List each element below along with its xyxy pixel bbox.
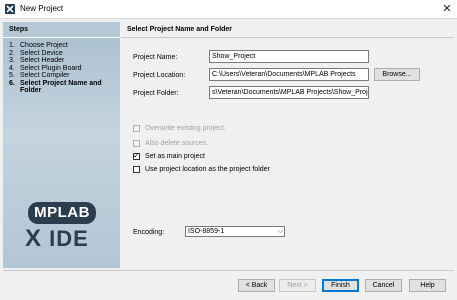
step-label: Select Plugin Board: [20, 64, 82, 72]
encoding-value: ISO-8859-1: [188, 228, 225, 235]
overwrite-label: Overwrite existing project.: [145, 124, 226, 132]
project-folder-input[interactable]: s\Veteran\Documents\MPLAB Projects\Show_…: [209, 86, 369, 99]
browse-button[interactable]: Browse...: [374, 68, 420, 81]
title-bar: New Project ✕: [0, 0, 457, 18]
step-number: 4.: [9, 64, 15, 72]
chevron-down-icon: ⌵: [277, 228, 283, 235]
project-name-input[interactable]: Show_Project: [209, 50, 369, 63]
logo-ide-text: IDE: [49, 226, 89, 251]
project-location-label: Project Location:: [133, 72, 186, 79]
mplab-x-ide-logo: MPLAB X IDE: [25, 202, 103, 258]
next-button[interactable]: Next >: [279, 279, 316, 292]
step-number: 2.: [9, 49, 15, 57]
title-separator: [0, 18, 457, 19]
delete-sources-label: Also delete sources.: [145, 139, 209, 147]
steps-panel: Steps 1. Choose Project 2. Select Device 3…: [3, 22, 120, 268]
footer-separator: [3, 270, 454, 271]
delete-sources-option[interactable]: Also delete sources.: [133, 138, 208, 148]
content-panel: Select Project Name and Folder Project N…: [121, 22, 454, 268]
overwrite-option[interactable]: Overwrite existing project.: [133, 123, 226, 133]
finish-button[interactable]: Finish: [322, 279, 359, 292]
window-title: New Project: [20, 4, 64, 13]
step-label: Select Compiler: [20, 72, 70, 79]
step-number: 1.: [9, 42, 15, 49]
steps-header: Steps: [3, 22, 120, 38]
step-label: Choose Project: [20, 42, 68, 49]
step-item: 5. Select Compiler: [9, 72, 110, 80]
logo-x-ide-text: X IDE: [25, 226, 103, 252]
back-button[interactable]: < Back: [238, 279, 275, 292]
check-icon: ✓: [133, 150, 140, 160]
use-location-option[interactable]: Use project location as the project fold…: [133, 164, 270, 174]
close-icon[interactable]: ✕: [440, 2, 454, 16]
steps-list: 1. Choose Project 2. Select Device 3. Selec…: [9, 42, 110, 95]
overwrite-checkbox[interactable]: [133, 124, 140, 132]
main-project-checkbox[interactable]: ✓: [133, 150, 140, 160]
help-button[interactable]: Help: [409, 279, 446, 292]
encoding-select[interactable]: ISO-8859-1 ⌵: [185, 226, 285, 237]
step-label: Select Project Name and Folder: [20, 79, 102, 95]
mplab-app-icon: [5, 4, 15, 14]
step-item: 3. Select Header: [9, 57, 110, 65]
steps-title: Steps: [9, 26, 29, 33]
use-location-checkbox[interactable]: [133, 165, 140, 173]
step-item: 1. Choose Project: [9, 42, 110, 50]
cancel-button[interactable]: Cancel: [365, 279, 402, 292]
logo-mplab-text: MPLAB: [28, 202, 96, 224]
content-title: Select Project Name and Folder: [127, 26, 233, 33]
logo-x-text: X: [25, 225, 43, 252]
delete-sources-checkbox[interactable]: [133, 139, 140, 147]
step-label: Select Header: [20, 57, 65, 64]
step-item: 4. Select Plugin Board: [9, 65, 110, 73]
main-project-label: Set as main project: [145, 152, 205, 160]
step-item-current: 6. Select Project Name and Folder: [9, 80, 110, 95]
step-number: 6.: [9, 79, 15, 87]
step-number: 3.: [9, 57, 15, 64]
step-item: 2. Select Device: [9, 50, 110, 58]
step-number: 5.: [9, 72, 15, 79]
main-project-option[interactable]: ✓ Set as main project: [133, 151, 205, 161]
encoding-label: Encoding:: [133, 229, 165, 236]
project-location-input[interactable]: C:\Users\Veteran\Documents\MPLAB Project…: [209, 68, 369, 81]
content-header: Select Project Name and Folder: [121, 22, 454, 38]
use-location-label: Use project location as the project fold…: [145, 165, 270, 173]
step-label: Select Device: [20, 49, 63, 57]
project-folder-label: Project Folder:: [133, 90, 179, 97]
project-name-label: Project Name:: [133, 54, 178, 61]
